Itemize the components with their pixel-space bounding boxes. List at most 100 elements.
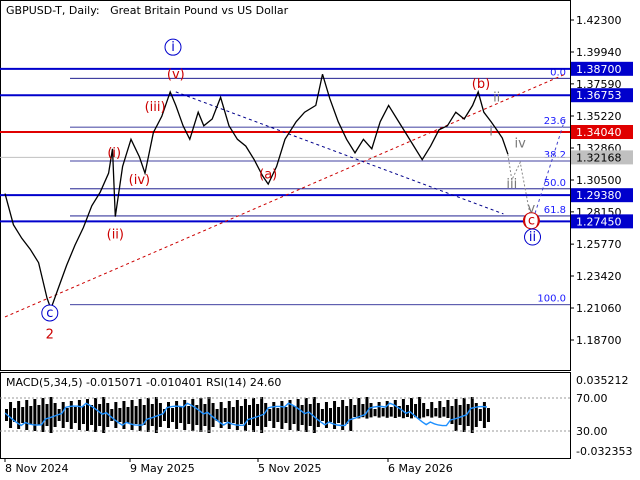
macd-bar (150, 404, 154, 426)
macd-bar (171, 408, 175, 422)
wave-label: iii (506, 177, 517, 192)
y-tick-label: 1.35220 (576, 110, 622, 123)
macd-bar (410, 398, 413, 419)
macd-bar (296, 399, 300, 431)
macd-bar (167, 402, 170, 428)
macd-bar (268, 409, 272, 421)
macd-bar (292, 406, 296, 424)
x-tick-label: 6 May 2026 (388, 462, 453, 475)
fib-level-label: 38.2 (544, 150, 566, 161)
y-tick-label: 1.39940 (576, 46, 622, 59)
macd-bar (243, 399, 247, 431)
wave-label: c (46, 306, 53, 321)
macd-bar (434, 408, 438, 417)
macd-bar (393, 400, 397, 418)
macd-bar (426, 409, 430, 417)
macd-bar (90, 405, 94, 425)
macd-bar (320, 409, 324, 421)
wave-label: (iii) (145, 100, 166, 115)
macd-bar (353, 405, 357, 417)
macd-bar (401, 399, 405, 419)
macd-bar (203, 404, 207, 426)
macd-bar (154, 397, 158, 433)
price-level-label: 1.32168 (576, 151, 622, 164)
macd-bar (98, 404, 102, 426)
macd-bar (199, 398, 203, 432)
price-level-label: 1.29380 (576, 189, 622, 202)
macd-bar (9, 402, 13, 428)
macd-bar (191, 399, 195, 431)
macd-bar (61, 402, 65, 428)
macd-bar (349, 399, 353, 431)
y-tick-label: 1.18700 (576, 334, 622, 347)
macd-bar (118, 408, 122, 422)
macd-bar (329, 408, 332, 422)
macd-bar (130, 400, 134, 430)
y-tick-label: 1.25770 (576, 238, 622, 251)
macd-bar (231, 407, 235, 423)
macd-bar (256, 404, 260, 426)
macd-bar (486, 408, 490, 422)
macd-bar (187, 406, 191, 424)
macd-bar (211, 403, 215, 427)
macd-bar (369, 403, 373, 418)
macd-bar (179, 407, 183, 423)
macd-bar (248, 405, 251, 425)
macd-bar (41, 398, 45, 432)
main-plot-frame (0, 0, 571, 371)
macd-bar (77, 400, 81, 430)
wave-label: ii (529, 230, 536, 245)
wave-label: (a) (259, 168, 277, 183)
indicator-tick-label: 70.00 (576, 392, 608, 405)
macd-bar (114, 402, 118, 428)
macd-bar (381, 408, 385, 417)
macd-bar (264, 403, 268, 427)
macd-bar (482, 402, 486, 428)
macd-bar (478, 409, 482, 421)
macd-bar (438, 401, 442, 418)
macd-bar (405, 405, 409, 417)
fib-level-label: 100.0 (537, 294, 566, 305)
macd-bar (102, 397, 106, 433)
macd-bar (69, 401, 73, 429)
macd-bar (442, 407, 446, 417)
macd-bar (385, 401, 389, 418)
macd-bar (454, 399, 458, 431)
macd-bar (446, 400, 450, 418)
macd-bar (227, 401, 231, 429)
price-level-label: 1.27450 (576, 215, 622, 228)
wave-label: (iv) (129, 173, 150, 188)
macd-bar (304, 398, 308, 432)
macd-bar (134, 406, 138, 424)
macd-bar (37, 405, 41, 425)
macd-bar (138, 399, 142, 431)
x-tick-label: 8 Nov 2024 (5, 462, 68, 475)
wave-label: (v) (167, 67, 185, 82)
macd-bar (146, 398, 150, 432)
y-tick-label: 1.42300 (576, 14, 622, 27)
x-tick-label: 5 Nov 2025 (258, 462, 321, 475)
macd-bar (45, 404, 49, 426)
wave-label: (b) (472, 77, 490, 92)
macd-bar (365, 397, 369, 419)
price-chart[interactable]: 1.423001.399401.375901.352201.328601.305… (0, 0, 640, 480)
wave-label: v (528, 202, 536, 217)
macd-bar (33, 399, 37, 431)
macd-bar (29, 406, 33, 424)
y-tick-label: 1.30500 (576, 174, 622, 187)
macd-bar (25, 400, 29, 430)
macd-bar (422, 403, 426, 418)
macd-bar (377, 402, 381, 418)
wave-label: ii (493, 90, 500, 105)
macd-bar (418, 397, 422, 419)
macd-bar (458, 405, 462, 425)
macd-bar (373, 409, 377, 417)
wave-label: (ii) (107, 227, 124, 242)
wave-label: 2 (46, 328, 54, 343)
macd-bar (126, 407, 130, 423)
wave-label: i (171, 40, 175, 55)
price-level-label: 1.38700 (576, 63, 622, 76)
macd-bar (316, 403, 320, 427)
macd-bar (65, 408, 69, 422)
fib-level-label: 61.8 (544, 205, 566, 216)
